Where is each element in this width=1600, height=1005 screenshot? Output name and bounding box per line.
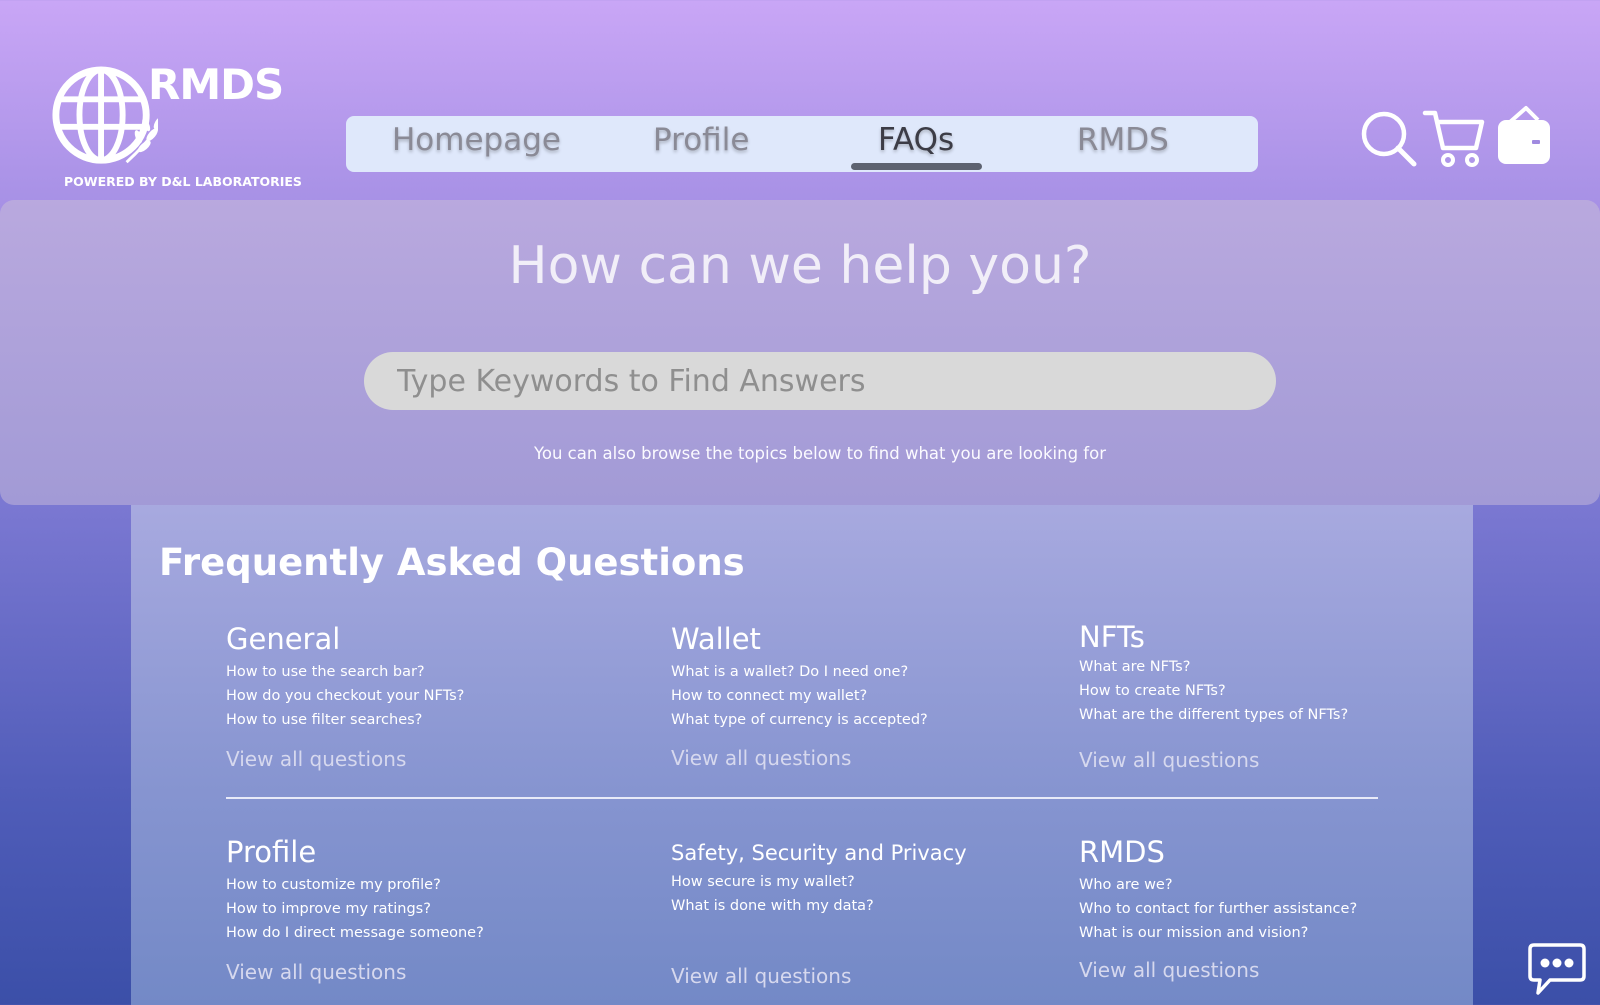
nav-faqs[interactable]: FAQs (878, 122, 954, 158)
view-all-wallet-link[interactable]: View all questions (671, 746, 851, 770)
faq-category-safety: Safety, Security and Privacy How secure … (671, 835, 967, 918)
brand-tagline: POWERED BY D&L LABORATORIES (64, 174, 302, 189)
faq-question-link[interactable]: How do I direct message someone? (226, 921, 484, 945)
faq-search-input[interactable] (364, 352, 1276, 410)
category-title: Profile (226, 835, 317, 869)
faq-question-link[interactable]: What is a wallet? Do I need one? (671, 660, 928, 684)
faq-question-link[interactable]: What type of currency is accepted? (671, 708, 928, 732)
category-title: General (226, 622, 341, 656)
faq-question-link[interactable]: How secure is my wallet? (671, 870, 967, 894)
main-nav: Homepage Profile FAQs RMDS (346, 116, 1258, 172)
faq-category-profile: Profile How to customize my profile? How… (226, 835, 484, 945)
category-title: Wallet (671, 622, 761, 656)
faq-question-link[interactable]: How to create NFTs? (1079, 679, 1348, 703)
chat-bubble-icon[interactable] (1528, 942, 1586, 996)
faq-category-rmds: RMDS Who are we? Who to contact for furt… (1079, 835, 1357, 945)
faq-question-link[interactable]: How to customize my profile? (226, 873, 484, 897)
brand-name: RMDS (148, 60, 284, 109)
nav-rmds[interactable]: RMDS (1077, 122, 1169, 158)
nav-homepage[interactable]: Homepage (392, 122, 561, 158)
faq-question-link[interactable]: What are NFTs? (1079, 655, 1348, 679)
faq-category-nfts: NFTs What are NFTs? How to create NFTs? … (1079, 620, 1348, 727)
category-title: Safety, Security and Privacy (671, 841, 967, 865)
hero-subtitle: You can also browse the topics below to … (533, 444, 1106, 463)
faq-divider (226, 797, 1378, 799)
faq-panel: Frequently Asked Questions General How t… (131, 505, 1473, 1005)
globe-logo-icon (52, 66, 158, 164)
category-title: NFTs (1079, 620, 1145, 654)
faq-question-link[interactable]: What are the different types of NFTs? (1079, 703, 1348, 727)
faq-question-link[interactable]: What is our mission and vision? (1079, 921, 1357, 945)
faq-question-link[interactable]: How to improve my ratings? (226, 897, 484, 921)
faq-question-link[interactable]: Who to contact for further assistance? (1079, 897, 1357, 921)
view-all-nfts-link[interactable]: View all questions (1079, 748, 1259, 772)
faq-category-wallet: Wallet What is a wallet? Do I need one? … (671, 622, 928, 732)
faq-question-link[interactable]: What is done with my data? (671, 894, 967, 918)
view-all-safety-link[interactable]: View all questions (671, 964, 851, 988)
faq-question-link[interactable]: How to connect my wallet? (671, 684, 928, 708)
hero-title: How can we help you? (508, 236, 1092, 296)
view-all-general-link[interactable]: View all questions (226, 747, 406, 771)
faq-question-link[interactable]: How to use the search bar? (226, 660, 464, 684)
faq-question-link[interactable]: Who are we? (1079, 873, 1357, 897)
view-all-rmds-link[interactable]: View all questions (1079, 958, 1259, 982)
faq-question-link[interactable]: How to use filter searches? (226, 708, 464, 732)
search-icon[interactable] (1360, 110, 1418, 168)
nav-profile[interactable]: Profile (653, 122, 749, 158)
faq-question-link[interactable]: How do you checkout your NFTs? (226, 684, 464, 708)
category-title: RMDS (1079, 835, 1165, 869)
faq-category-general: General How to use the search bar? How d… (226, 622, 464, 732)
wallet-icon[interactable] (1496, 104, 1552, 166)
view-all-profile-link[interactable]: View all questions (226, 960, 406, 984)
nav-active-indicator (851, 163, 982, 170)
faq-heading: Frequently Asked Questions (159, 541, 745, 584)
brand-logo[interactable]: RMDS POWERED BY D&L LABORATORIES (50, 60, 302, 195)
cart-icon[interactable] (1422, 108, 1486, 168)
help-hero: How can we help you? You can also browse… (0, 200, 1600, 505)
